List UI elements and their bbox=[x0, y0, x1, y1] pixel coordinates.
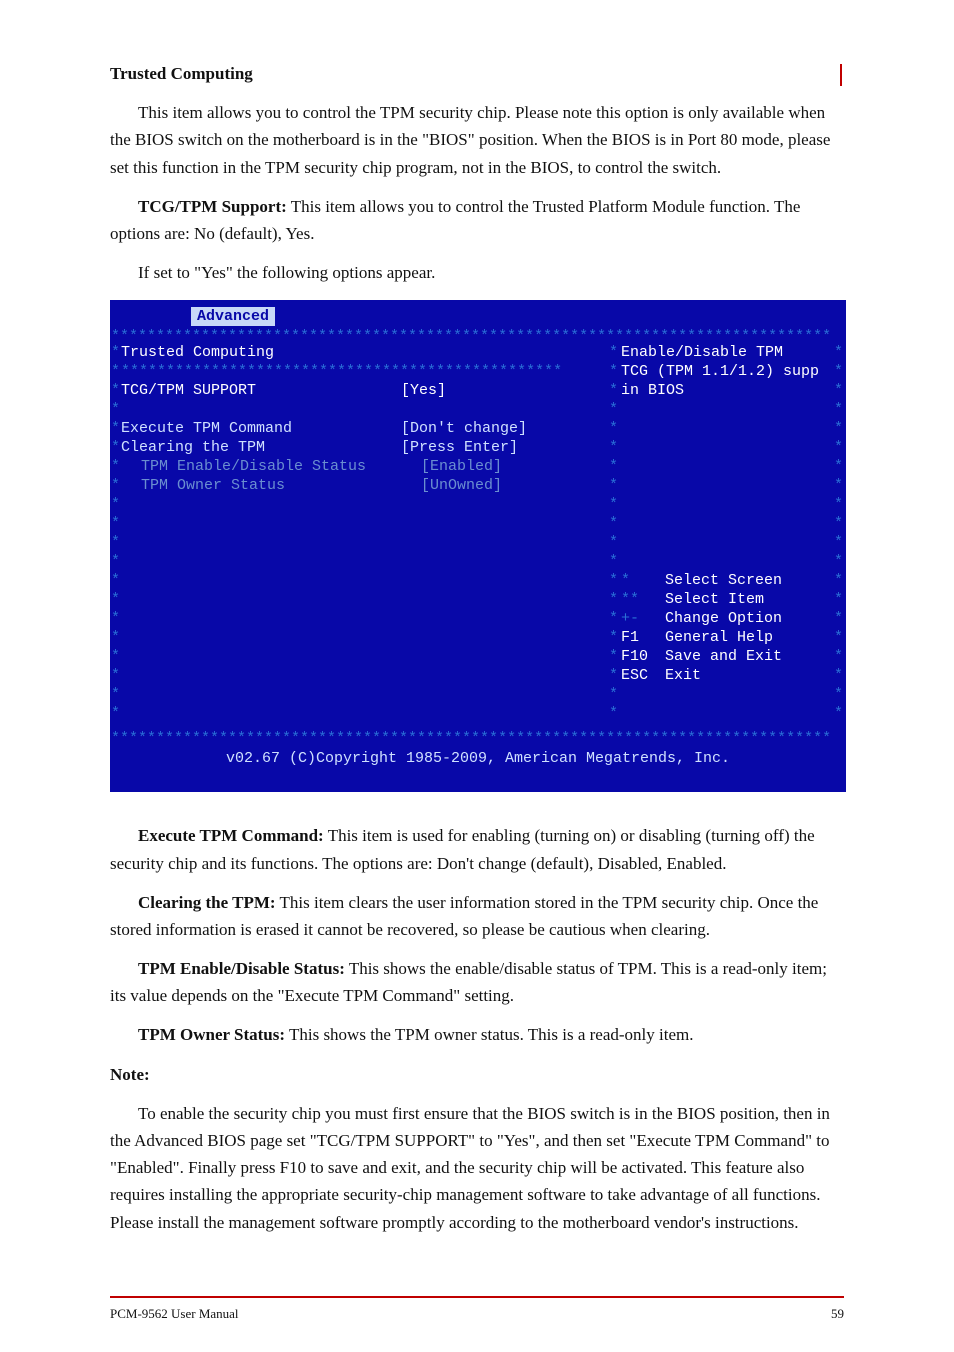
bios-section-title: Trusted Computing bbox=[121, 344, 274, 361]
border-mid: * * * * * * * * * * * * * * * * * * * * bbox=[609, 343, 618, 723]
bios-help-pane: Enable/Disable TPM TCG (TPM 1.1/1.2) sup… bbox=[621, 343, 836, 723]
bios-item-exec[interactable]: Execute TPM Command[Don't change] bbox=[121, 419, 606, 438]
bios-main-pane: Trusted Computing **********************… bbox=[121, 343, 606, 723]
tcg-label: TCG/TPM Support: bbox=[138, 197, 287, 216]
status-label: TPM Enable/Disable Status: bbox=[138, 959, 345, 978]
help-desc: Select Item bbox=[665, 590, 764, 609]
yes-note: If set to "Yes" the following options ap… bbox=[110, 259, 844, 286]
bios-item-value: [UnOwned] bbox=[421, 476, 502, 495]
owner-text: This shows the TPM owner status. This is… bbox=[289, 1025, 694, 1044]
border-left: * * * * * * * * * * * * * * * * * * * * bbox=[111, 343, 120, 723]
exec-label: Execute TPM Command: bbox=[138, 826, 324, 845]
section-heading: Trusted Computing bbox=[110, 64, 253, 83]
bios-item-status: TPM Enable/Disable Status[Enabled] bbox=[121, 457, 606, 476]
bios-item-label: TPM Owner Status bbox=[121, 476, 421, 495]
clear-label: Clearing the TPM: bbox=[138, 893, 276, 912]
help-desc: Select Screen bbox=[665, 571, 782, 590]
bios-item-value: [Don't change] bbox=[401, 419, 527, 438]
help-key: * bbox=[621, 571, 665, 590]
help-key: F1 bbox=[621, 628, 665, 647]
owner-label: TPM Owner Status: bbox=[138, 1025, 285, 1044]
bios-item-label: TCG/TPM SUPPORT bbox=[121, 381, 401, 400]
help-line: in BIOS bbox=[621, 381, 836, 400]
footer-rule bbox=[110, 1296, 844, 1298]
bios-item-tcg[interactable]: TCG/TPM SUPPORT[Yes] bbox=[121, 381, 606, 400]
bios-footer: v02.67 (C)Copyright 1985-2009, American … bbox=[111, 749, 845, 768]
intro-block: Trusted Computing This item allows you t… bbox=[110, 60, 844, 286]
bios-item-owner: TPM Owner Status[UnOwned] bbox=[121, 476, 606, 495]
text-caret bbox=[840, 64, 842, 86]
help-line: TCG (TPM 1.1/1.2) supp bbox=[621, 362, 836, 381]
help-desc: Change Option bbox=[665, 609, 782, 628]
help-key: +- bbox=[621, 609, 665, 628]
bios-item-label: TPM Enable/Disable Status bbox=[121, 457, 421, 476]
note-body: To enable the security chip you must fir… bbox=[110, 1100, 844, 1236]
help-desc: Save and Exit bbox=[665, 647, 782, 666]
footer-model: PCM-9562 User Manual bbox=[110, 1306, 239, 1321]
help-key: ** bbox=[621, 590, 665, 609]
bios-item-label: Execute TPM Command bbox=[121, 419, 401, 438]
bios-item-label: Clearing the TPM bbox=[121, 438, 401, 457]
bios-item-value: [Enabled] bbox=[421, 457, 502, 476]
page-footer: PCM-9562 User Manual 59 bbox=[110, 1306, 844, 1322]
help-key: ESC bbox=[621, 666, 665, 685]
bios-item-clear[interactable]: Clearing the TPM[Press Enter] bbox=[121, 438, 606, 457]
page-number: 59 bbox=[831, 1306, 844, 1322]
help-desc: Exit bbox=[665, 666, 701, 685]
help-key: F10 bbox=[621, 647, 665, 666]
bios-inner-sep: ****************************************… bbox=[121, 362, 606, 381]
bios-item-value: [Press Enter] bbox=[401, 438, 518, 457]
bios-item-value: [Yes] bbox=[401, 381, 446, 400]
border-bottom: ****************************************… bbox=[111, 729, 845, 748]
bios-screenshot: Advanced *******************************… bbox=[110, 300, 846, 792]
help-desc: General Help bbox=[665, 628, 773, 647]
bios-tab-advanced[interactable]: Advanced bbox=[191, 307, 275, 326]
intro-line1: This item allows you to control the TPM … bbox=[110, 99, 844, 181]
notes-block: Execute TPM Command: This item is used f… bbox=[110, 822, 844, 1235]
help-line: Enable/Disable TPM bbox=[621, 343, 836, 362]
note-heading: Note: bbox=[110, 1061, 844, 1088]
